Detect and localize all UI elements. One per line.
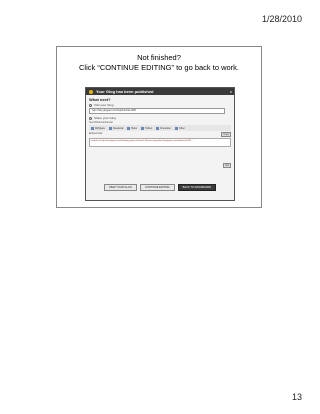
share-button-facebook[interactable]: Facebook	[108, 126, 124, 130]
embed-row: Embed code Copy	[89, 132, 231, 137]
bebo-icon	[127, 126, 131, 130]
share-label-row: Share your Glog	[89, 116, 231, 120]
continue-editing-button[interactable]: CONTINUE EDITING	[139, 184, 175, 191]
twitter-icon	[141, 126, 145, 130]
back-to-dashboard-button[interactable]: BACK TO DASHBOARD	[177, 184, 217, 191]
share-subtabs[interactable]: Send Bookmark Email	[89, 121, 231, 124]
other-icon	[174, 126, 178, 130]
share-button-twitter[interactable]: Twitter	[141, 126, 153, 130]
slide-frame: Not finished? Click “CONTINUE EDITING” t…	[56, 46, 262, 208]
slide-title-line-1: Not finished?	[137, 53, 181, 62]
visit-label-row: Visit your Glog	[89, 103, 231, 107]
embed-label: Embed code	[89, 132, 103, 135]
slide-title: Not finished? Click “CONTINUE EDITING” t…	[57, 53, 261, 73]
visit-section: Visit your Glog http://help.glogster.com…	[86, 102, 234, 115]
share-button-label: Other	[178, 126, 185, 130]
copy-button[interactable]: Copy	[221, 132, 231, 137]
share-icon	[89, 116, 92, 120]
friendster-icon	[156, 126, 160, 130]
share-button-label: Facebook	[112, 126, 124, 130]
dialog-header: Your Glog has been published x	[86, 88, 234, 95]
go-button[interactable]: Go!	[223, 163, 231, 168]
share-button-bebo[interactable]: Bebo	[127, 126, 138, 130]
share-buttons-row: MySpace Facebook Bebo Twitter Friendster…	[89, 125, 231, 131]
glog-logo-icon	[89, 89, 93, 94]
share-button-label: Twitter	[145, 126, 153, 130]
close-icon[interactable]: x	[230, 88, 232, 95]
share-button-friendster[interactable]: Friendster	[156, 126, 171, 130]
dialog-actions: VIEW YOUR GLOG CONTINUE EDITING BACK TO …	[86, 184, 234, 191]
share-button-other[interactable]: Other	[174, 126, 185, 130]
visit-icon	[89, 103, 92, 107]
visit-label: Visit your Glog	[94, 103, 114, 107]
view-glog-button[interactable]: VIEW YOUR GLOG	[103, 184, 137, 191]
share-button-label: Bebo	[131, 126, 138, 130]
what-next-heading: What next?	[89, 97, 111, 102]
myspace-icon	[91, 126, 94, 130]
glog-url-field[interactable]: http://help.glogster.com/help/tutorial-1…	[89, 108, 225, 114]
share-button-label: Friendster	[160, 126, 171, 130]
share-button-myspace[interactable]: MySpace	[91, 126, 105, 130]
publish-dialog: Your Glog has been published x What next…	[85, 87, 235, 201]
slide-title-line-2: Click “CONTINUE EDITING” to go back to w…	[78, 63, 240, 72]
share-label: Share your Glog	[94, 116, 116, 120]
dialog-title: Your Glog has been published	[96, 89, 154, 94]
embed-code-box[interactable]: <embed src='http://www.glogster.com/flas…	[89, 138, 231, 147]
slide-date: 1/28/2010	[261, 14, 302, 24]
share-section: Share your Glog Send Bookmark Email MySp…	[86, 115, 234, 148]
page-number: 13	[291, 392, 302, 402]
facebook-icon	[108, 126, 112, 130]
share-button-label: MySpace	[95, 126, 105, 130]
